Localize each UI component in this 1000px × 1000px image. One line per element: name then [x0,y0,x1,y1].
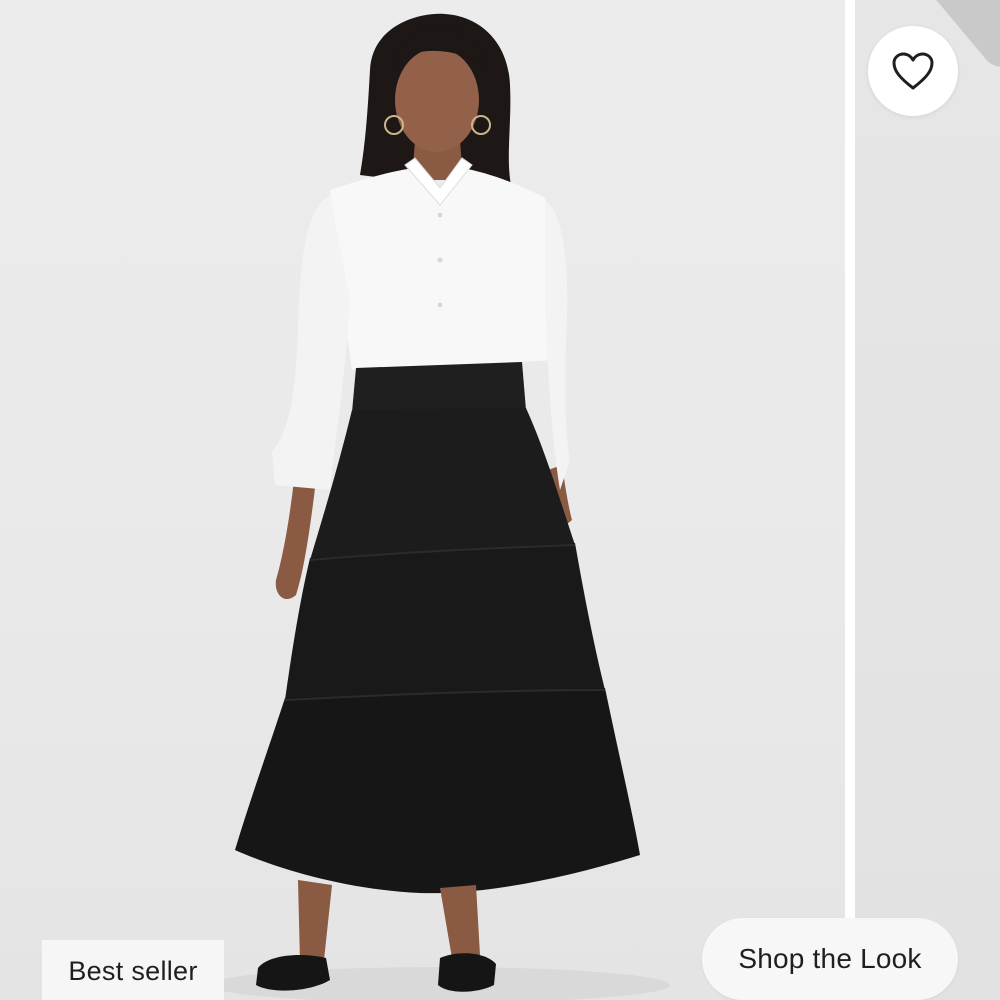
shop-the-look-button[interactable]: Shop the Look [702,918,958,1000]
best-seller-badge: Best seller [42,940,224,1000]
product-photo [210,13,670,1000]
next-image-preview[interactable] [855,0,1000,1000]
best-seller-label: Best seller [68,955,198,986]
heart-outline-icon [892,52,934,90]
product-image-carousel[interactable]: Best seller Shop the Look [0,0,1000,1000]
favorite-button[interactable] [868,26,958,116]
shop-the-look-label: Shop the Look [738,943,922,974]
product-image-slide[interactable] [0,0,845,1000]
